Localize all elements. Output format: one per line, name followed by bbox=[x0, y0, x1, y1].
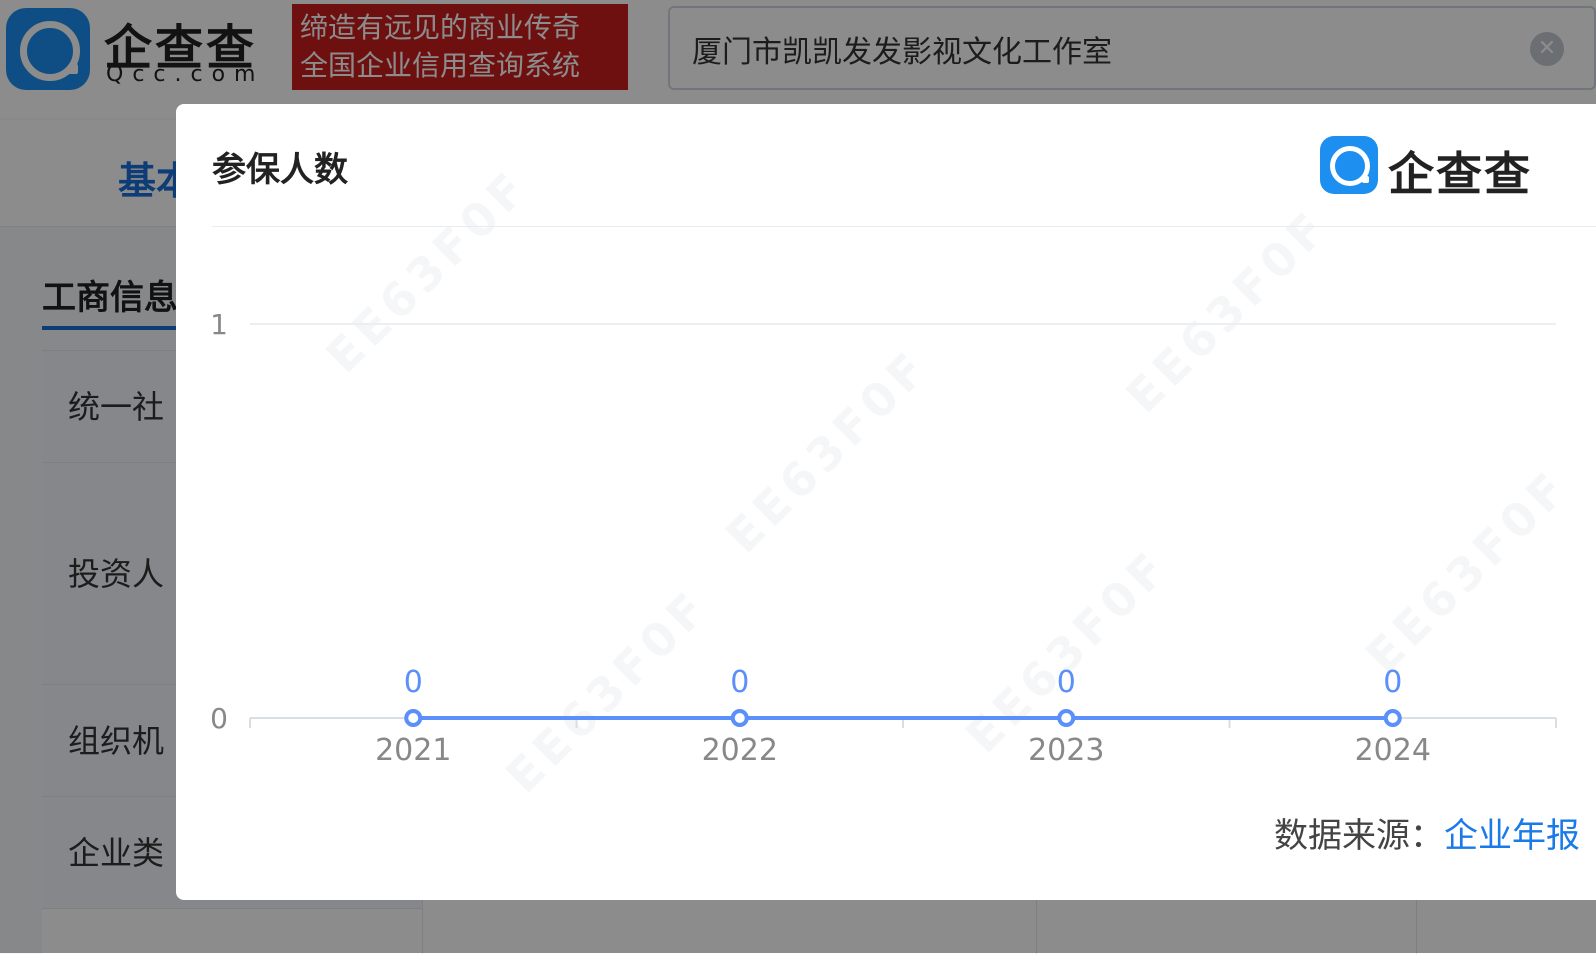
y-tick-label: 1 bbox=[210, 308, 228, 341]
data-point bbox=[1383, 709, 1402, 727]
insured-count-modal: EE63F0F EE63F0F EE63F0F EE63F0F EE63F0F … bbox=[176, 104, 1596, 900]
y-tick-label: 0 bbox=[210, 702, 228, 735]
x-tick-label: 2021 bbox=[375, 733, 451, 768]
modal-title: 参保人数 bbox=[212, 150, 348, 190]
qcc-logo-icon bbox=[1320, 136, 1378, 194]
data-point bbox=[404, 709, 423, 727]
data-source-link[interactable]: 企业年报 bbox=[1444, 816, 1580, 856]
data-source: 数据来源：企业年报 bbox=[1274, 808, 1580, 857]
data-label: 0 bbox=[1057, 665, 1076, 700]
insured-count-chart: 0 1 0 2021 0 2022 0 2023 0 2024 bbox=[210, 308, 1557, 768]
modal-divider bbox=[212, 226, 1596, 227]
data-label: 0 bbox=[730, 665, 749, 700]
data-point bbox=[1057, 709, 1076, 727]
data-source-label: 数据来源： bbox=[1274, 816, 1444, 856]
data-point bbox=[730, 709, 749, 727]
x-tick-label: 2024 bbox=[1355, 733, 1431, 768]
data-label: 0 bbox=[404, 665, 423, 700]
x-tick-label: 2022 bbox=[702, 733, 778, 768]
data-label: 0 bbox=[1383, 665, 1402, 700]
modal-logo-text: 企查查 bbox=[1388, 147, 1532, 201]
x-tick-label: 2023 bbox=[1028, 733, 1104, 768]
